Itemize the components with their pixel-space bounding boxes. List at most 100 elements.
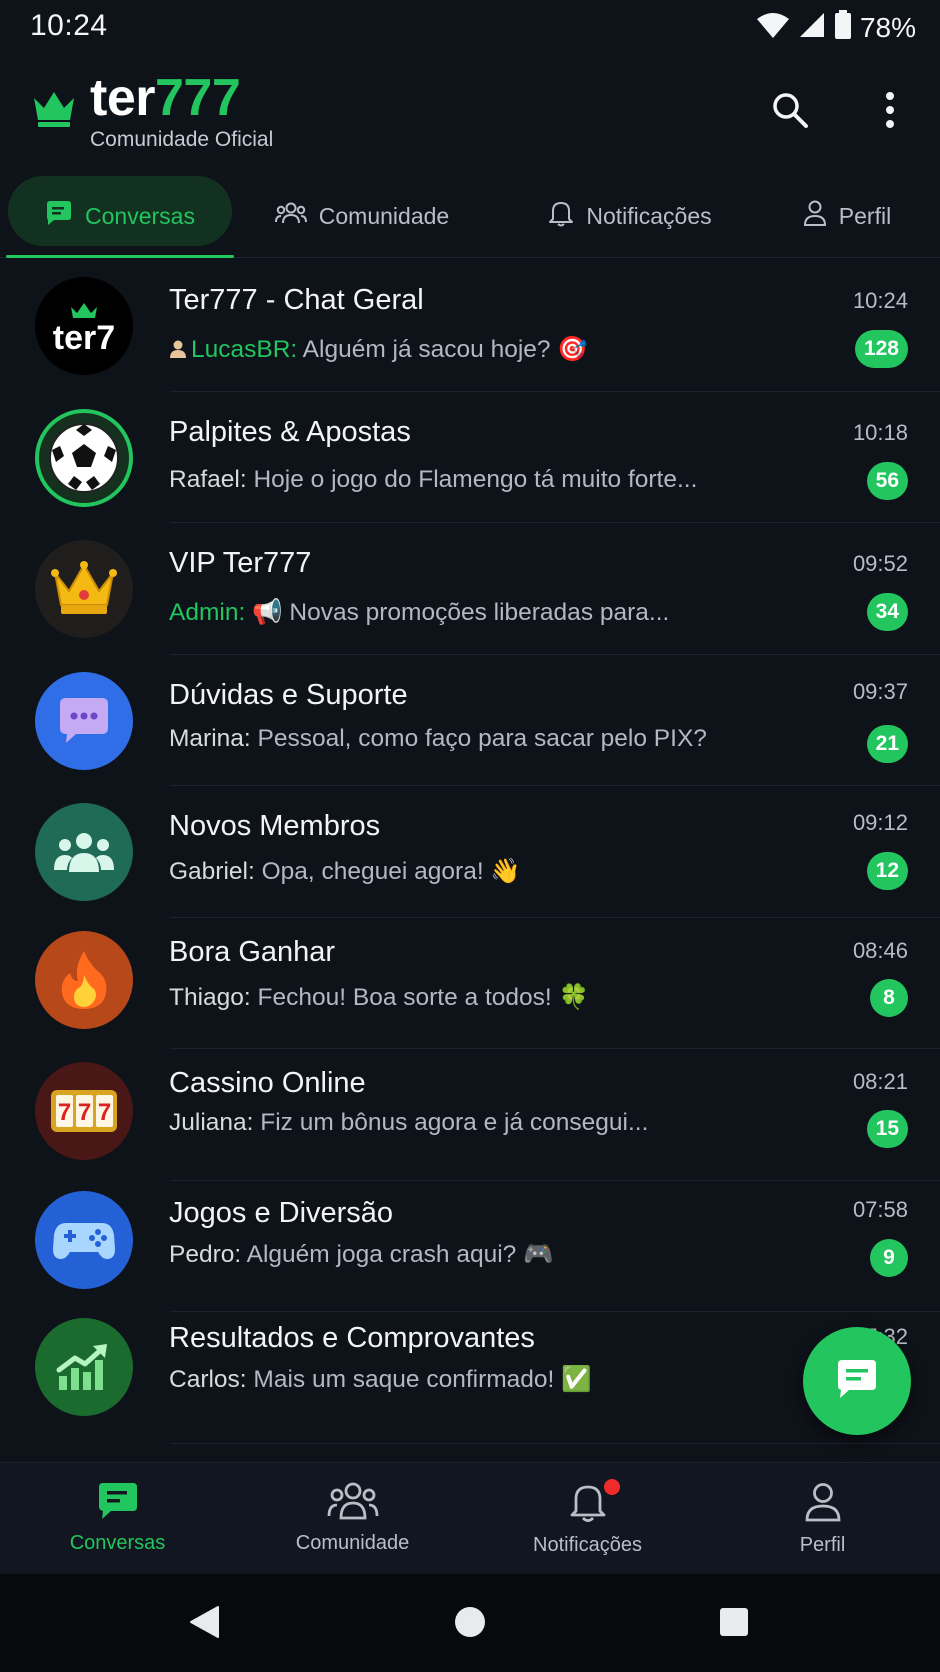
chat-message: Opa, cheguei agora! 👋 xyxy=(254,858,521,885)
tab-conversas[interactable]: Conversas xyxy=(8,176,232,256)
chat-preview: Juliana: Fiz um bônus agora e já consegu… xyxy=(169,1109,648,1137)
chat-title: Palpites & Apostas xyxy=(169,415,411,448)
slot-777-avatar: 777 xyxy=(35,1062,133,1160)
app-header: ter777 Comunidade Oficial xyxy=(0,62,940,162)
divider xyxy=(170,1442,940,1444)
system-navigation-bar xyxy=(0,1574,940,1672)
chat-message: Mais um saque confirmado! ✅ xyxy=(246,1366,592,1393)
notification-dot xyxy=(604,1479,620,1495)
top-tabs: Conversas Comunidade Notificações Perfil xyxy=(0,176,940,258)
chat-list-item[interactable]: Novos Membros Gabriel: Opa, cheguei agor… xyxy=(0,786,940,918)
cell-signal-icon xyxy=(798,11,826,44)
chat-preview: Gabriel: Opa, cheguei agora! 👋 xyxy=(169,856,521,886)
search-icon xyxy=(770,90,810,135)
chat-sender: Pedro: xyxy=(169,1240,242,1268)
chat-message: Hoje o jogo do Flamengo tá muito forte..… xyxy=(246,465,698,493)
chat-sender: Marina: xyxy=(169,724,251,752)
status-time: 10:24 xyxy=(30,9,108,42)
battery-percentage: 78% xyxy=(859,11,916,43)
chat-preview: Carlos: Mais um saque confirmado! ✅ xyxy=(169,1364,592,1394)
chat-list-item[interactable]: Bora Ganhar Thiago: Fechou! Boa sorte a … xyxy=(0,918,940,1049)
bottom-nav-comunidade[interactable]: Comunidade xyxy=(235,1463,470,1575)
bottom-nav-conversas[interactable]: Conversas xyxy=(0,1463,235,1575)
home-button[interactable] xyxy=(450,1604,490,1644)
chat-time: 10:24 xyxy=(852,288,908,313)
status-icons: 78% xyxy=(756,10,916,45)
tab-comunidade[interactable]: Comunidade xyxy=(262,176,462,256)
chat-title: Novos Membros xyxy=(169,810,381,842)
svg-text:7: 7 xyxy=(78,1099,91,1126)
back-button[interactable] xyxy=(184,1604,224,1644)
unread-badge: 128 xyxy=(854,330,908,368)
gamepad-avatar xyxy=(35,1190,133,1289)
chat-title: Bora Ganhar xyxy=(169,935,336,968)
more-vert-icon xyxy=(884,90,896,135)
bottom-nav-notificacoes[interactable]: Notificações xyxy=(470,1463,705,1575)
bottom-nav-perfil[interactable]: Perfil xyxy=(705,1463,940,1575)
chat-message: Alguém já sacou hoje? 🎯 xyxy=(297,336,588,363)
ter7-logo-avatar: ter7 xyxy=(35,277,133,375)
chat-list-item[interactable]: Jogos e Diversão Pedro: Alguém joga cras… xyxy=(0,1181,940,1312)
tab-label: Perfil xyxy=(838,202,892,229)
tab-label: Conversas xyxy=(85,202,195,229)
bottom-nav-label: Conversas xyxy=(69,1532,166,1554)
svg-text:ter7: ter7 xyxy=(53,319,115,357)
unread-badge: 12 xyxy=(866,852,908,890)
people-icon xyxy=(274,201,307,231)
unread-badge: 8 xyxy=(870,978,908,1017)
bottom-navigation: Conversas Comunidade Notificações Perfil xyxy=(0,1462,940,1574)
user-icon xyxy=(169,338,187,366)
status-bar: 10:24 78% xyxy=(0,0,940,54)
svg-text:7: 7 xyxy=(98,1099,111,1126)
tab-label: Comunidade xyxy=(318,202,450,229)
fire-avatar xyxy=(35,930,133,1029)
tab-perfil[interactable]: Perfil xyxy=(782,176,912,256)
chat-sender: LucasBR: xyxy=(191,336,298,363)
search-button[interactable] xyxy=(766,88,814,136)
chart-up-avatar xyxy=(35,1318,133,1416)
chat-title: Dúvidas e Suporte xyxy=(169,678,408,711)
chat-message: Fiz um bônus agora e já consegui... xyxy=(253,1109,649,1136)
chat-message: Pessoal, como faço para sacar pelo PIX? xyxy=(250,724,707,752)
bell-icon xyxy=(548,199,574,233)
unread-badge: 15 xyxy=(866,1110,908,1148)
svg-text:7: 7 xyxy=(58,1099,71,1126)
chat-list-item[interactable]: Dúvidas e Suporte Marina: Pessoal, como … xyxy=(0,655,940,786)
unread-badge: 21 xyxy=(866,724,908,763)
new-chat-fab[interactable] xyxy=(803,1327,911,1435)
chat-message: Fechou! Boa sorte a todos! 🍀 xyxy=(250,983,590,1011)
chat-list-item[interactable]: ter7 Ter777 - Chat Geral LucasBR: Alguém… xyxy=(0,260,940,392)
more-options-button[interactable] xyxy=(866,88,914,136)
chat-list: ter7 Ter777 - Chat Geral LucasBR: Alguém… xyxy=(0,260,940,1444)
crown-avatar xyxy=(35,540,133,638)
chat-time: 07:58 xyxy=(852,1196,908,1222)
bottom-nav-label: Notificações xyxy=(533,1534,642,1556)
recents-button[interactable] xyxy=(714,1604,754,1644)
soccer-ball-avatar xyxy=(35,408,133,507)
chat-title: Ter777 - Chat Geral xyxy=(169,284,424,316)
chat-title: Resultados e Comprovantes xyxy=(169,1322,535,1354)
chat-list-item[interactable]: VIP Ter777 Admin: 📢 Novas promoções libe… xyxy=(0,523,940,655)
battery-icon xyxy=(834,10,852,45)
chat-list-item[interactable]: Palpites & Apostas Rafael: Hoje o jogo d… xyxy=(0,392,940,523)
chat-time: 09:37 xyxy=(852,678,908,704)
bell-icon xyxy=(568,1481,608,1528)
recents-square-icon xyxy=(718,1606,750,1643)
tab-notificacoes[interactable]: Notificações xyxy=(520,176,740,256)
chat-list-item[interactable]: Resultados e Comprovantes Carlos: Mais u… xyxy=(0,1312,940,1444)
chat-sender: Juliana: xyxy=(169,1109,254,1136)
chat-title: Cassino Online xyxy=(169,1067,366,1099)
chat-time: 08:46 xyxy=(852,937,908,963)
person-icon xyxy=(804,1481,842,1528)
wifi-icon xyxy=(756,11,790,44)
chat-time: 09:12 xyxy=(852,810,908,835)
chat-preview: Marina: Pessoal, como faço para sacar pe… xyxy=(169,725,707,753)
active-tab-underline xyxy=(6,255,234,258)
chat-sender: Carlos: xyxy=(169,1366,247,1393)
chat-icon xyxy=(97,1481,139,1526)
bottom-nav-label: Perfil xyxy=(799,1534,846,1556)
chat-preview: Admin: 📢 Novas promoções liberadas para.… xyxy=(169,597,669,627)
chat-list-item[interactable]: 777 Cassino Online Juliana: Fiz um bônus… xyxy=(0,1049,940,1181)
chat-sender: Thiago: xyxy=(169,983,251,1011)
person-icon xyxy=(803,199,827,233)
